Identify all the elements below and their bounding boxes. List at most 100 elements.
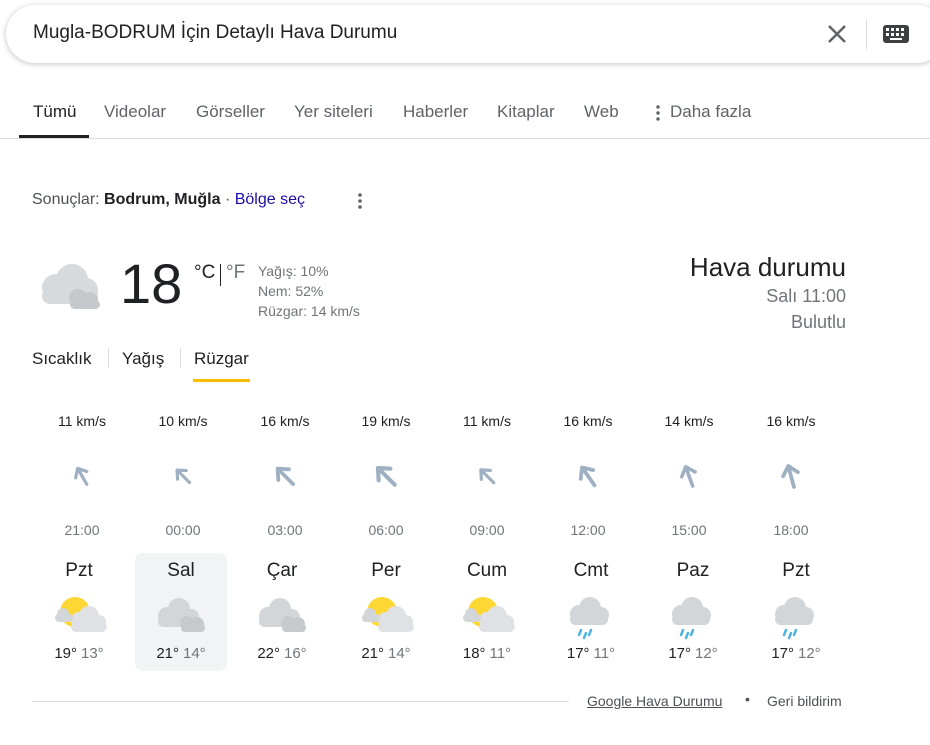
tab-videos[interactable]: Videolar — [104, 102, 166, 122]
precipitation-value: Yağış: 10% — [258, 263, 329, 279]
wind-speed: 11 km/s — [463, 413, 511, 429]
high-temperature: 18° — [462, 645, 486, 662]
wind-time: 18:00 — [773, 522, 809, 538]
wind-time: 03:00 — [267, 522, 303, 538]
day-forecast-item[interactable]: Per 21° 14° — [340, 553, 432, 671]
day-forecast-item[interactable]: Sal 21° 14° — [135, 553, 227, 671]
tab-more-label: Daha fazla — [670, 102, 752, 121]
wind-arrow-icon — [375, 465, 397, 487]
cloudy-icon — [158, 598, 205, 632]
tab-web[interactable]: Web — [584, 102, 619, 122]
search-tabs: Tümü Videolar Görseller Yer siteleri Hab… — [0, 90, 930, 139]
clear-search-button[interactable] — [824, 21, 850, 47]
day-temperatures: 19° 13° — [33, 645, 125, 662]
high-temperature: 17° — [668, 645, 691, 662]
search-bar[interactable]: Mugla-BODRUM İçin Detaylı Hava Durumu — [6, 5, 930, 63]
weather-source-link[interactable]: Google Hava Durumu — [587, 693, 722, 709]
tab-books[interactable]: Kitaplar — [497, 102, 555, 122]
day-forecast-item[interactable]: Cmt 17° 11° — [545, 553, 637, 671]
tab-places[interactable]: Yer siteleri — [294, 102, 373, 122]
tab-news[interactable]: Haberler — [403, 102, 468, 122]
fahrenheit-toggle[interactable]: °F — [226, 262, 245, 284]
keyboard-button[interactable] — [882, 23, 910, 45]
wind-time: 09:00 — [469, 522, 505, 538]
partly-cloudy-icon — [362, 597, 414, 632]
wind-arrow-icon — [275, 466, 295, 486]
more-vert-icon — [358, 193, 362, 209]
weather-time: Salı 11:00 — [766, 286, 846, 306]
current-temperature: 18 — [120, 252, 183, 315]
day-temperatures: 18° 11° — [441, 645, 533, 662]
day-name: Paz — [676, 560, 710, 581]
change-region-link[interactable]: Bölge seç — [235, 191, 305, 208]
day-name: Cum — [466, 560, 508, 581]
wind-column: 19 km/s 06:00 — [337, 413, 435, 538]
low-temperature: 11° — [593, 645, 616, 662]
active-tab-indicator — [19, 135, 89, 138]
location-prefix: Sonuçlar: — [32, 191, 100, 208]
subtab-precipitation[interactable]: Yağış — [122, 349, 164, 369]
tab-all[interactable]: Tümü — [33, 102, 76, 122]
more-vert-icon — [656, 104, 660, 121]
wind-arrow-icon — [679, 465, 697, 488]
weather-title: Hava durumu — [689, 252, 846, 282]
wind-speed: 19 km/s — [361, 413, 411, 429]
high-temperature: 21° — [361, 645, 384, 662]
cloudy-icon — [259, 598, 306, 632]
wind-speed: 10 km/s — [158, 413, 208, 429]
cloudy-icon — [42, 264, 100, 309]
day-forecast-item[interactable]: Pzt 19° 13° — [33, 553, 125, 671]
day-forecast-item[interactable]: Pzt 17° 12° — [750, 553, 842, 671]
unit-separator — [220, 264, 221, 286]
day-temperatures: 21° 14° — [340, 645, 432, 662]
location-place: Bodrum, Muğla — [104, 191, 221, 208]
rain-icon — [775, 597, 814, 640]
celsius-toggle[interactable]: °C — [194, 262, 215, 284]
location-menu-button[interactable] — [355, 192, 365, 210]
day-forecast-item[interactable]: Cum 18° 11° — [441, 553, 533, 671]
feedback-link[interactable]: Geri bildirim — [767, 693, 842, 709]
low-temperature: 16° — [284, 645, 307, 662]
day-forecast-item[interactable]: Paz 17° 12° — [647, 553, 739, 671]
wind-time: 21:00 — [64, 522, 100, 538]
day-forecast-item[interactable]: Çar 22° 16° — [236, 553, 328, 671]
tab-images[interactable]: Görseller — [196, 102, 265, 122]
humidity-value: Nem: 52% — [258, 283, 324, 299]
wind-speed: 11 km/s — [58, 413, 106, 429]
wind-column: 16 km/s 18:00 — [742, 413, 840, 538]
location-line: Sonuçlar: Bodrum, Muğla · Bölge seç — [32, 191, 305, 209]
high-temperature: 19° — [54, 645, 77, 662]
low-temperature: 12° — [798, 645, 821, 662]
day-temperatures: 22° 16° — [236, 645, 328, 662]
weather-stats: Yağış: 10% Nem: 52% Rüzgar: 14 km/s — [258, 261, 360, 321]
subtab-temperature[interactable]: Sıcaklık — [32, 349, 92, 369]
subtab-wind[interactable]: Rüzgar — [194, 349, 249, 369]
partly-cloudy-icon — [463, 597, 515, 632]
wind-time: 06:00 — [368, 522, 404, 538]
search-divider — [866, 19, 867, 49]
low-temperature: 12° — [695, 645, 718, 662]
day-temperatures: 21° 14° — [135, 645, 227, 662]
wind-arrow-icon — [175, 468, 192, 485]
wind-arrow-icon — [781, 464, 800, 489]
wind-time: 00:00 — [165, 522, 201, 538]
rain-icon — [672, 597, 711, 640]
low-temperature: 11° — [489, 645, 512, 662]
subtab-divider — [108, 348, 109, 368]
day-name: Sal — [167, 560, 195, 581]
partly-cloudy-icon — [55, 597, 107, 632]
wind-speed: 16 km/s — [260, 413, 310, 429]
search-input[interactable]: Mugla-BODRUM İçin Detaylı Hava Durumu — [33, 22, 397, 44]
wind-time: 15:00 — [671, 522, 707, 538]
wind-time: 12:00 — [570, 522, 606, 538]
weather-condition: Bulutlu — [790, 312, 846, 332]
day-temperatures: 17° 12° — [750, 645, 842, 662]
day-name: Pzt — [782, 560, 810, 581]
tab-more[interactable]: Daha fazla — [656, 102, 751, 122]
wind-column: 16 km/s 03:00 — [236, 413, 334, 538]
day-name: Per — [371, 560, 401, 581]
keyboard-icon — [883, 25, 909, 43]
wind-value: Rüzgar: 14 km/s — [258, 303, 360, 319]
wind-arrow-icon — [479, 468, 496, 485]
footer-divider — [32, 701, 569, 702]
